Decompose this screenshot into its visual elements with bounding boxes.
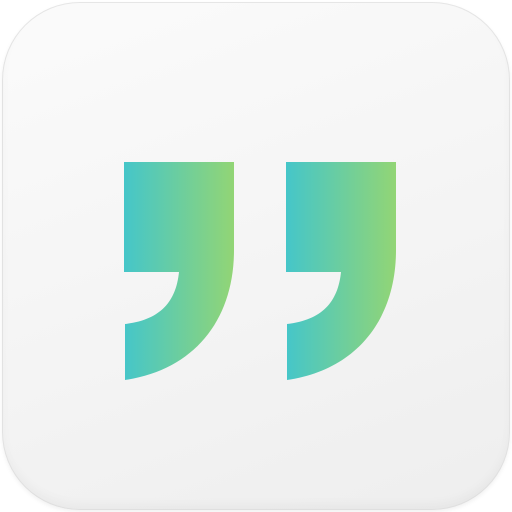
left-quote-stroke bbox=[124, 162, 234, 380]
closing-quotation-mark-icon bbox=[124, 162, 396, 380]
app-icon-tile[interactable] bbox=[2, 2, 510, 510]
right-quote-stroke bbox=[286, 162, 396, 380]
